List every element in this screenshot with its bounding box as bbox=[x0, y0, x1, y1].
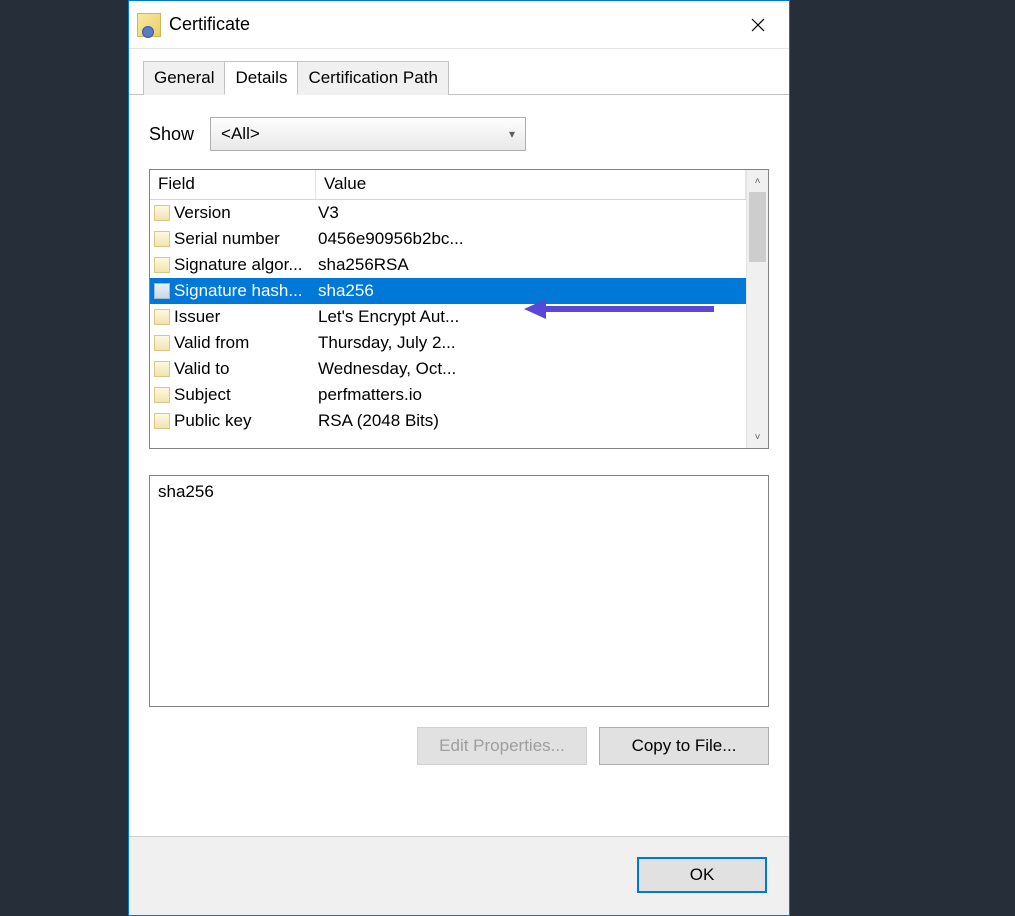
table-row[interactable]: Subject perfmatters.io bbox=[150, 382, 746, 408]
property-icon bbox=[154, 231, 170, 247]
detail-textbox[interactable]: sha256 bbox=[149, 475, 769, 707]
close-icon bbox=[751, 18, 765, 32]
row-field: Public key bbox=[174, 411, 251, 431]
property-icon bbox=[154, 309, 170, 325]
row-field: Signature hash... bbox=[174, 281, 303, 301]
row-value: RSA (2048 Bits) bbox=[316, 411, 746, 431]
show-dropdown[interactable]: <All> ▾ bbox=[210, 117, 526, 151]
row-field: Serial number bbox=[174, 229, 280, 249]
chevron-down-icon: ▾ bbox=[509, 127, 515, 141]
edit-properties-button: Edit Properties... bbox=[417, 727, 587, 765]
row-value: Let's Encrypt Aut... bbox=[316, 307, 746, 327]
certificate-dialog: Certificate General Details Certificatio… bbox=[128, 0, 790, 916]
table-row[interactable]: Issuer Let's Encrypt Aut... bbox=[150, 304, 746, 330]
scroll-up-button[interactable]: ˄ bbox=[747, 170, 768, 192]
scroll-thumb[interactable] bbox=[749, 192, 766, 262]
column-header-field[interactable]: Field bbox=[150, 170, 316, 199]
table-row[interactable]: Valid from Thursday, July 2... bbox=[150, 330, 746, 356]
row-value: perfmatters.io bbox=[316, 385, 746, 405]
dialog-footer: OK bbox=[129, 836, 789, 915]
scrollbar[interactable]: ˄ ˅ bbox=[746, 170, 768, 448]
property-icon bbox=[154, 361, 170, 377]
row-value: Wednesday, Oct... bbox=[316, 359, 746, 379]
row-field: Subject bbox=[174, 385, 231, 405]
show-label: Show bbox=[149, 124, 194, 145]
tab-details[interactable]: Details bbox=[224, 61, 298, 95]
list-rows: VersionV3Serial number0456e90956b2bc...S… bbox=[150, 200, 746, 448]
property-icon bbox=[154, 257, 170, 273]
list-columns: Field Value Version V3 Serial number 0456e9… bbox=[150, 170, 746, 448]
table-row[interactable]: Serial number 0456e90956b2bc... bbox=[150, 226, 746, 252]
titlebar: Certificate bbox=[129, 1, 789, 49]
row-value: Thursday, July 2... bbox=[316, 333, 746, 353]
row-field: Valid to bbox=[174, 359, 229, 379]
row-field: Signature algor... bbox=[174, 255, 303, 275]
certificate-icon bbox=[137, 13, 161, 37]
property-icon bbox=[154, 413, 170, 429]
row-field: Version bbox=[174, 203, 231, 223]
ok-button[interactable]: OK bbox=[637, 857, 767, 893]
table-row[interactable]: Signature hash... sha256 bbox=[150, 278, 746, 304]
table-row[interactable]: Signature algor... sha256RSA bbox=[150, 252, 746, 278]
close-button[interactable] bbox=[735, 9, 781, 41]
column-header-value[interactable]: Value bbox=[316, 170, 746, 199]
list-header: Field Value bbox=[150, 170, 746, 200]
row-value: V3 bbox=[316, 203, 746, 223]
row-field: Issuer bbox=[174, 307, 220, 327]
row-value: sha256 bbox=[316, 281, 746, 301]
tab-strip: General Details Certification Path bbox=[129, 61, 789, 95]
field-list: Field Value Version V3 Serial number 0456e9… bbox=[149, 169, 769, 449]
button-row: Edit Properties... Copy to File... bbox=[149, 727, 769, 765]
table-row[interactable]: Valid to Wednesday, Oct... bbox=[150, 356, 746, 382]
scroll-track[interactable] bbox=[747, 192, 768, 426]
row-field: Valid from bbox=[174, 333, 249, 353]
tab-body-details: Show <All> ▾ Field Value Version V3 Serial… bbox=[129, 95, 789, 836]
row-value: sha256RSA bbox=[316, 255, 746, 275]
property-icon bbox=[154, 205, 170, 221]
scroll-down-button[interactable]: ˅ bbox=[747, 426, 768, 448]
property-icon bbox=[154, 283, 170, 299]
property-icon bbox=[154, 335, 170, 351]
copy-to-file-button[interactable]: Copy to File... bbox=[599, 727, 769, 765]
table-row[interactable]: Public key RSA (2048 Bits) bbox=[150, 408, 746, 434]
table-row[interactable]: Version V3 bbox=[150, 200, 746, 226]
window-title: Certificate bbox=[169, 14, 735, 35]
tab-certification-path[interactable]: Certification Path bbox=[297, 61, 448, 95]
property-icon bbox=[154, 387, 170, 403]
row-value: 0456e90956b2bc... bbox=[316, 229, 746, 249]
show-dropdown-value: <All> bbox=[221, 124, 260, 144]
tab-general[interactable]: General bbox=[143, 61, 225, 95]
show-filter-row: Show <All> ▾ bbox=[149, 117, 769, 151]
detail-value: sha256 bbox=[158, 482, 214, 501]
